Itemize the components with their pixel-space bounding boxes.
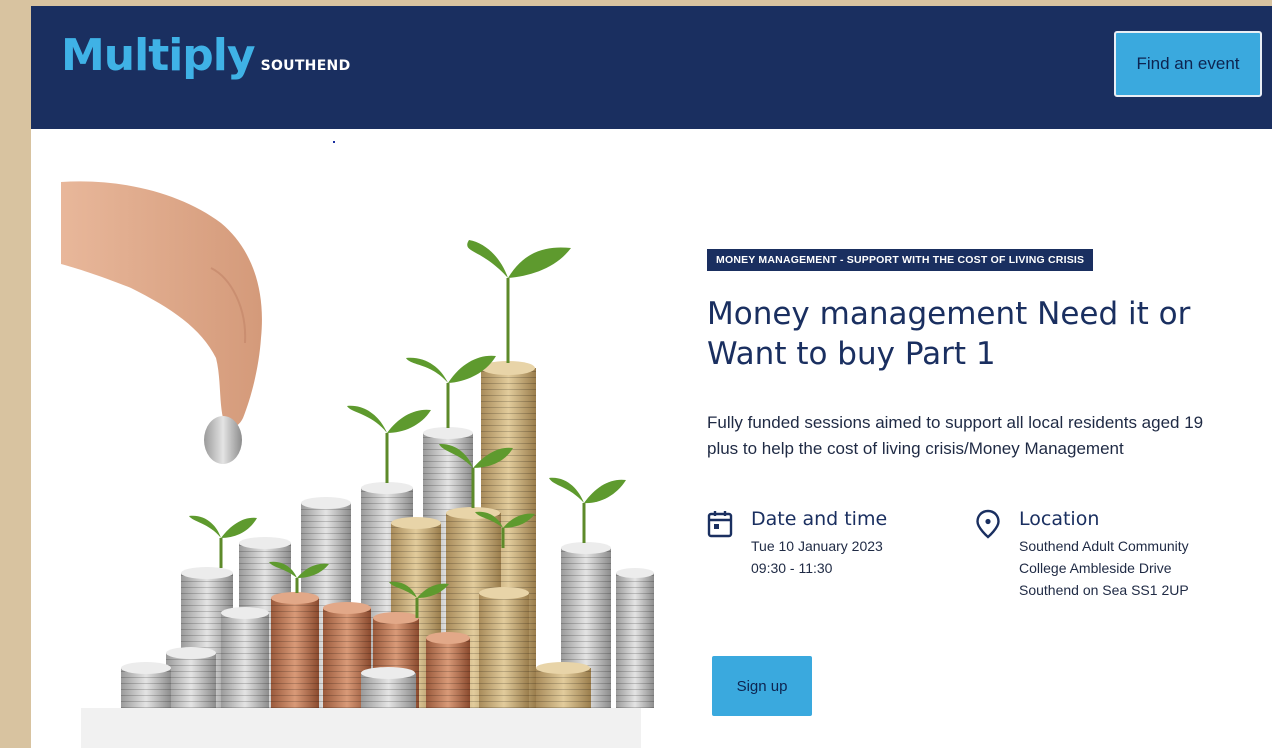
location-text: Location Southend Adult Community Colleg… <box>1019 507 1189 601</box>
event-title: Money management Need it or Want to buy … <box>707 296 1191 372</box>
hero-image-coins-plants <box>61 181 654 748</box>
sign-up-button[interactable]: Sign up <box>712 656 812 716</box>
site-header: Multiply SOUTHEND Find an event <box>31 6 1272 129</box>
stray-dot <box>333 141 335 143</box>
date-time-block: Date and time Tue 10 January 2023 09:30 … <box>707 507 887 579</box>
location-pin-icon <box>976 509 1000 539</box>
calendar-icon <box>707 511 733 538</box>
logo-main-text: Multiply <box>61 30 256 81</box>
date-time-text: Date and time Tue 10 January 2023 09:30 … <box>751 507 887 579</box>
location-line-3: Southend on Sea SS1 2UP <box>1019 582 1189 598</box>
find-an-event-button[interactable]: Find an event <box>1114 31 1262 97</box>
location-line-2: College Ambleside Drive <box>1019 560 1172 576</box>
location-line-1: Southend Adult Community <box>1019 538 1189 554</box>
logo-sub-text: SOUTHEND <box>260 58 351 74</box>
event-time: 09:30 - 11:30 <box>751 560 833 576</box>
event-date: Tue 10 January 2023 <box>751 538 883 554</box>
event-category-tag: MONEY MANAGEMENT - SUPPORT WITH THE COST… <box>707 249 1094 271</box>
multiply-southend-logo[interactable]: Multiply SOUTHEND <box>61 34 351 78</box>
date-time-heading: Date and time <box>751 508 888 530</box>
page: Multiply SOUTHEND Find an event MONEY MA… <box>31 6 1272 748</box>
event-description: Fully funded sessions aimed to support a… <box>707 413 1204 458</box>
location-heading: Location <box>1019 508 1100 530</box>
location-block: Location Southend Adult Community Colleg… <box>975 507 1189 601</box>
